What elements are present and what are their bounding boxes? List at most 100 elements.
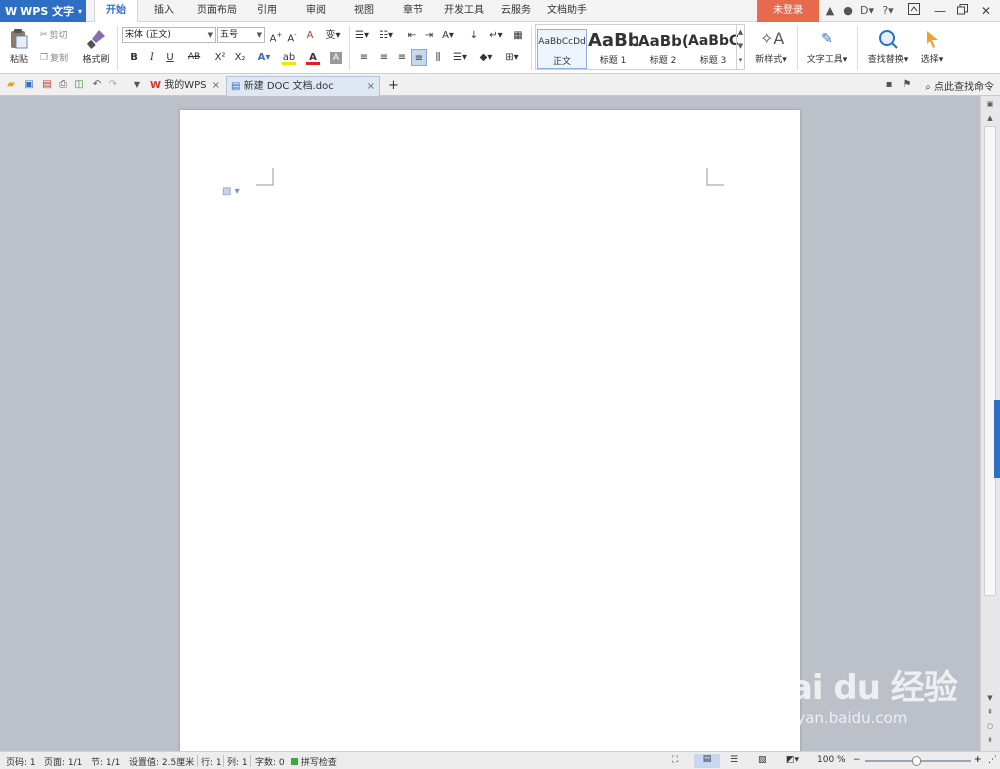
tab-cloud[interactable]: 云服务 (496, 0, 536, 22)
grow-font-button[interactable]: A+ (268, 27, 284, 44)
align-center-icon[interactable]: ≡ (376, 49, 392, 66)
ribbon-toggle-icon[interactable] (903, 0, 925, 22)
align-left-icon[interactable]: ≡ (356, 49, 372, 66)
status-setting[interactable]: 设置值: 2.5厘米 (129, 755, 194, 768)
minimize-icon[interactable]: — (929, 0, 951, 22)
table-icon[interactable]: ▦ (510, 27, 526, 44)
zoom-in-icon[interactable]: + (974, 755, 982, 765)
save-icon[interactable]: ▣ (22, 78, 36, 92)
cut-button[interactable]: ✂ 剪切 (40, 28, 68, 42)
text-effect-icon[interactable]: A▾ (256, 49, 272, 66)
share-icon[interactable]: D▾ (857, 3, 877, 19)
decrease-indent-icon[interactable]: ⇤ (404, 27, 420, 44)
tab-page-layout[interactable]: 页面布局 (193, 0, 241, 22)
skin-icon[interactable]: ▲ (822, 3, 838, 19)
shrink-font-button[interactable]: A- (284, 27, 300, 44)
superscript-button[interactable]: X² (212, 49, 228, 66)
italic-button[interactable]: I (144, 49, 160, 66)
increase-indent-icon[interactable]: ⇥ (421, 27, 437, 44)
justify-icon[interactable]: ≡ (411, 49, 427, 66)
underline-button[interactable]: U (162, 49, 178, 66)
text-direction-icon[interactable]: A▾ (440, 27, 456, 44)
new-style-button[interactable]: ✧A 新样式▾ (750, 26, 792, 65)
border-icon[interactable]: ⊞▾ (504, 49, 520, 66)
paragraph-shading-icon[interactable]: ◆▾ (478, 49, 494, 66)
chevron-down-icon[interactable]: ▼ (130, 78, 144, 92)
status-word-count[interactable]: 字数: 0 (255, 755, 285, 768)
page-view-icon[interactable]: ▤ (694, 754, 720, 768)
outline-view-icon[interactable]: ☰ (730, 755, 738, 765)
tab-home[interactable]: 开始 (94, 0, 138, 23)
close-icon[interactable]: ✕ (975, 0, 997, 22)
style-heading-3[interactable]: AaBbC 标题 3 (688, 29, 738, 69)
zoom-level[interactable]: 100 % (817, 755, 846, 765)
bold-button[interactable]: B (126, 49, 142, 66)
line-spacing-icon[interactable]: ☰▾ (452, 49, 468, 66)
highlight-icon[interactable]: ab (280, 49, 298, 66)
paste-button[interactable]: 粘贴 (4, 26, 34, 65)
paragraph-mark-icon[interactable]: ↵▾ (488, 27, 504, 44)
print-preview-icon[interactable]: ◫ (72, 78, 86, 92)
distributed-align-icon[interactable]: ⫼ (430, 49, 446, 66)
bullet-list-icon[interactable]: ☰▾ (354, 27, 370, 44)
char-shading-icon[interactable]: A (328, 49, 344, 66)
style-heading-2[interactable]: AaBb( 标题 2 (638, 29, 688, 69)
ruler-toggle-icon[interactable]: ▣ (983, 98, 997, 110)
app-menu-button[interactable]: W WPS 文字 ▾ (0, 0, 86, 22)
tab-document[interactable]: ▤ 新建 DOC 文档.doc × (226, 76, 380, 96)
style-gallery-scroll[interactable]: ▲ ▼ ▾ (736, 25, 744, 69)
style-normal[interactable]: AaBbCcDd 正文 (537, 29, 587, 69)
status-pages[interactable]: 页面: 1/1 (44, 755, 82, 768)
tab-view[interactable]: 视图 (347, 0, 381, 22)
status-section[interactable]: 节: 1/1 (91, 755, 120, 768)
select-browse-icon[interactable]: ○ (983, 720, 997, 732)
undo-icon[interactable]: ↶ (90, 78, 104, 92)
status-column[interactable]: 列: 1 (227, 755, 248, 768)
add-tab-button[interactable]: + (384, 76, 400, 96)
select-button[interactable]: 选择▾ (916, 26, 948, 65)
redo-icon[interactable]: ↷ (106, 78, 120, 92)
tab-insert[interactable]: 插入 (144, 0, 184, 22)
tab-chapter[interactable]: 章节 (396, 0, 430, 22)
paste-options-icon[interactable]: ▧ ▾ (222, 186, 240, 197)
screen-icon[interactable]: ▪ (882, 78, 896, 92)
zoom-slider-knob[interactable] (912, 756, 921, 766)
subscript-button[interactable]: X₂ (232, 49, 248, 66)
status-page-number[interactable]: 页码: 1 (6, 755, 36, 768)
find-replace-button[interactable]: 查找替换▾ (862, 26, 914, 65)
full-screen-icon[interactable]: ⛶ (672, 755, 678, 765)
document-page[interactable]: ▧ ▾ (180, 110, 800, 751)
text-tools-button[interactable]: ✎ 文字工具▾ (802, 26, 852, 65)
sort-icon[interactable]: ↓ (466, 27, 482, 44)
open-icon[interactable]: ▰ (4, 78, 18, 92)
zoom-out-icon[interactable]: − (853, 755, 861, 765)
export-pdf-icon[interactable]: ▤ (40, 78, 54, 92)
web-view-icon[interactable]: ▧ (758, 755, 767, 765)
align-right-icon[interactable]: ≡ (394, 49, 410, 66)
close-icon[interactable]: × (212, 76, 220, 96)
tab-review[interactable]: 审阅 (299, 0, 333, 22)
close-icon[interactable]: × (367, 77, 375, 97)
tab-references[interactable]: 引用 (250, 0, 284, 22)
command-search[interactable]: ⌕ 点此查找命令 (925, 78, 994, 93)
format-painter-button[interactable]: 格式刷 (80, 26, 112, 65)
clear-format-icon[interactable]: A (302, 27, 318, 44)
font-size-select[interactable]: 五号 ▼ (217, 27, 265, 43)
login-button[interactable]: 未登录 (757, 0, 819, 22)
scroll-up-icon[interactable]: ▲ (983, 112, 997, 124)
scrollbar-thumb[interactable] (984, 126, 996, 596)
eye-protect-icon[interactable]: ◩▾ (786, 755, 799, 765)
tab-doc-assistant[interactable]: 文档助手 (543, 0, 591, 22)
style-heading-1[interactable]: AaBb 标题 1 (588, 29, 638, 69)
strikethrough-button[interactable]: AB (186, 49, 202, 66)
font-color-icon[interactable]: A (304, 49, 322, 66)
feedback-icon[interactable]: ● (840, 3, 856, 19)
side-panel-handle[interactable] (994, 400, 1000, 478)
copy-button[interactable]: ❐ 复制 (40, 51, 68, 65)
tab-developer[interactable]: 开发工具 (440, 0, 488, 22)
status-row[interactable]: 行: 1 (201, 755, 222, 768)
font-name-select[interactable]: 宋体 (正文) ▼ (122, 27, 216, 43)
phonetic-guide-icon[interactable]: 变▾ (322, 27, 344, 44)
help-icon[interactable]: ?▾ (878, 3, 898, 19)
resize-grip-icon[interactable]: ⋰ (988, 755, 997, 765)
